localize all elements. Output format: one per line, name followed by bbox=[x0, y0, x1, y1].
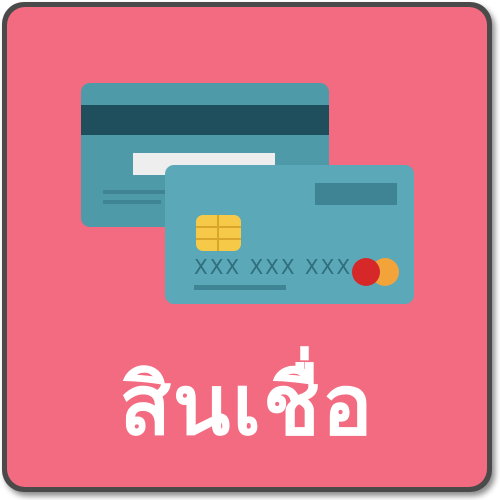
chip-icon bbox=[196, 215, 241, 251]
card-number-text: XXX XXX XXX bbox=[194, 255, 352, 279]
loan-app-icon-tile[interactable]: XXX XXX XXX สินเชื่อ bbox=[2, 2, 492, 492]
front-card: XXX XXX XXX bbox=[165, 165, 414, 304]
front-card-label-panel bbox=[315, 183, 397, 205]
mastercard-logo-icon bbox=[352, 258, 399, 286]
back-card-line bbox=[103, 200, 161, 204]
loan-label: สินเชื่อ bbox=[119, 356, 375, 454]
loan-app-icon-face[interactable]: XXX XXX XXX สินเชื่อ bbox=[7, 7, 487, 487]
front-card-line bbox=[194, 285, 286, 290]
back-card-line bbox=[103, 190, 165, 194]
magnetic-stripe bbox=[81, 105, 329, 135]
